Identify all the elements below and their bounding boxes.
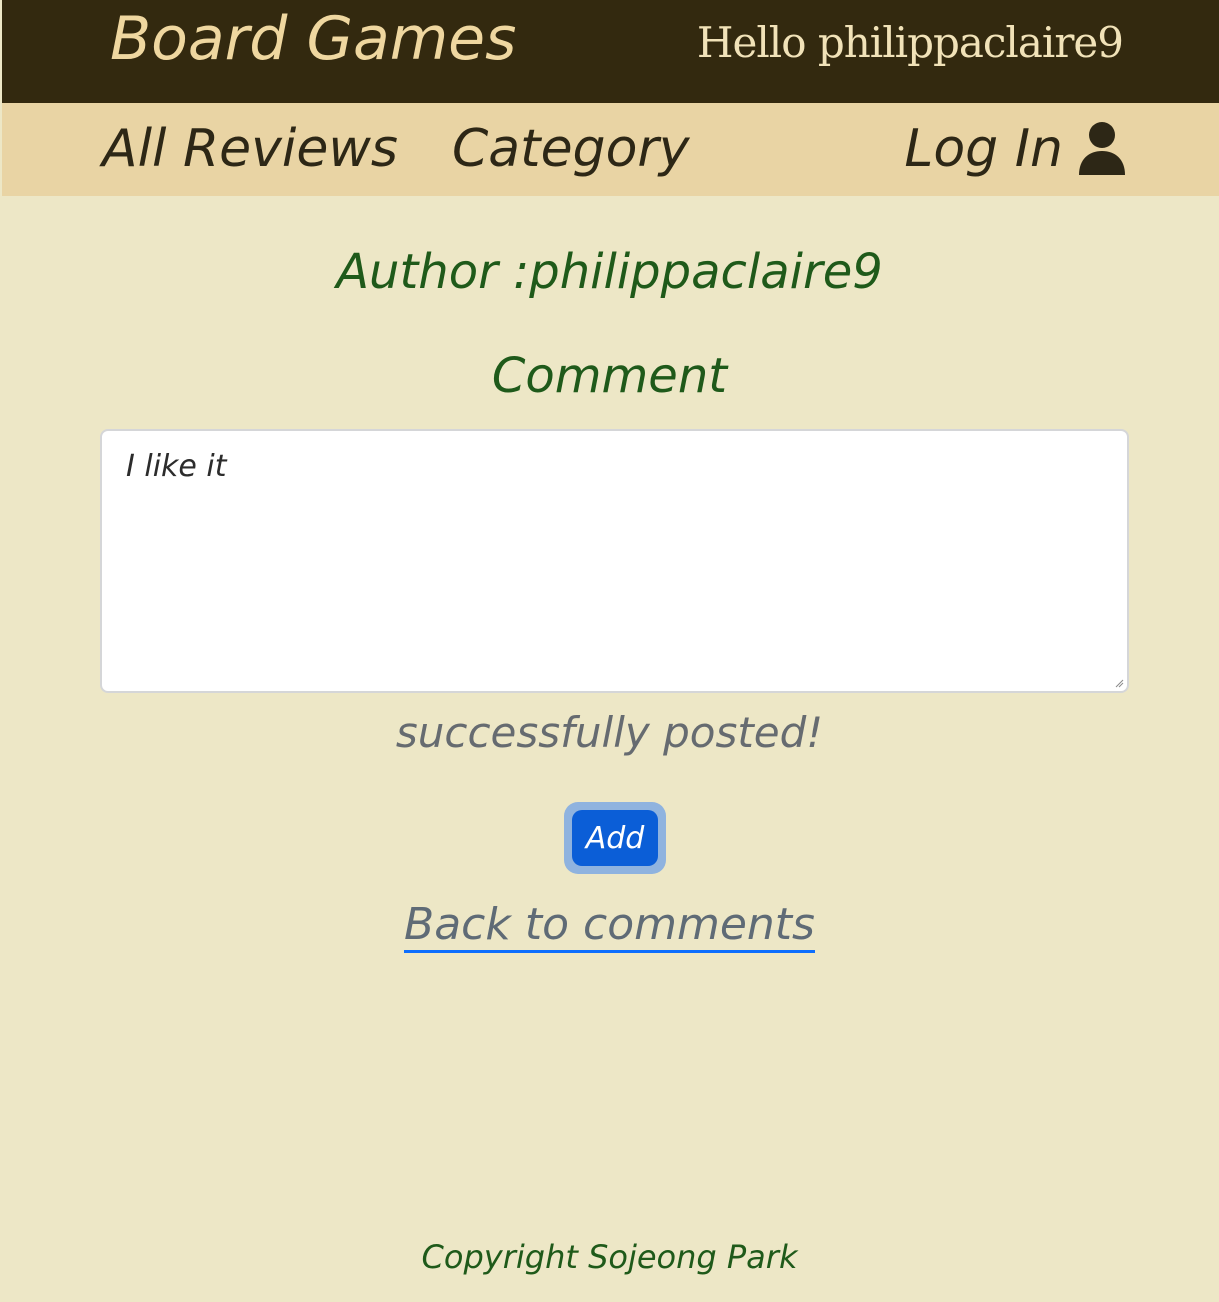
log-in-label: Log In: [904, 119, 1063, 179]
nav-category[interactable]: Category: [452, 119, 690, 179]
top-header: Board Games Hello philippaclaire9: [2, 0, 1219, 103]
page: Board Games Hello philippaclaire9 All Re…: [0, 0, 1219, 1302]
user-icon: [1079, 122, 1125, 175]
nav-log-in[interactable]: Log In: [904, 119, 1127, 179]
back-link-container: Back to comments: [0, 899, 1219, 953]
nav-all-reviews[interactable]: All Reviews: [102, 119, 398, 179]
comment-textarea[interactable]: I like it: [102, 431, 1127, 691]
main-content: Author :philippaclaire9 Comment I like i…: [0, 196, 1219, 1302]
back-to-comments-link[interactable]: Back to comments: [404, 899, 815, 953]
resize-handle-icon[interactable]: [1114, 678, 1124, 688]
add-button-focus-ring: Add: [564, 802, 666, 874]
add-button[interactable]: Add: [572, 810, 658, 866]
post-status-message: successfully posted!: [395, 708, 824, 757]
nav-bar: All Reviews Category Log In: [2, 103, 1219, 196]
user-greeting: Hello philippaclaire9: [696, 18, 1124, 67]
comment-heading: Comment: [491, 348, 728, 404]
brand-title[interactable]: Board Games: [110, 4, 516, 74]
footer-copyright: Copyright Sojeong Park: [421, 1238, 798, 1276]
author-label: Author :philippaclaire9: [336, 244, 883, 300]
comment-textarea-container: I like it: [100, 429, 1129, 693]
